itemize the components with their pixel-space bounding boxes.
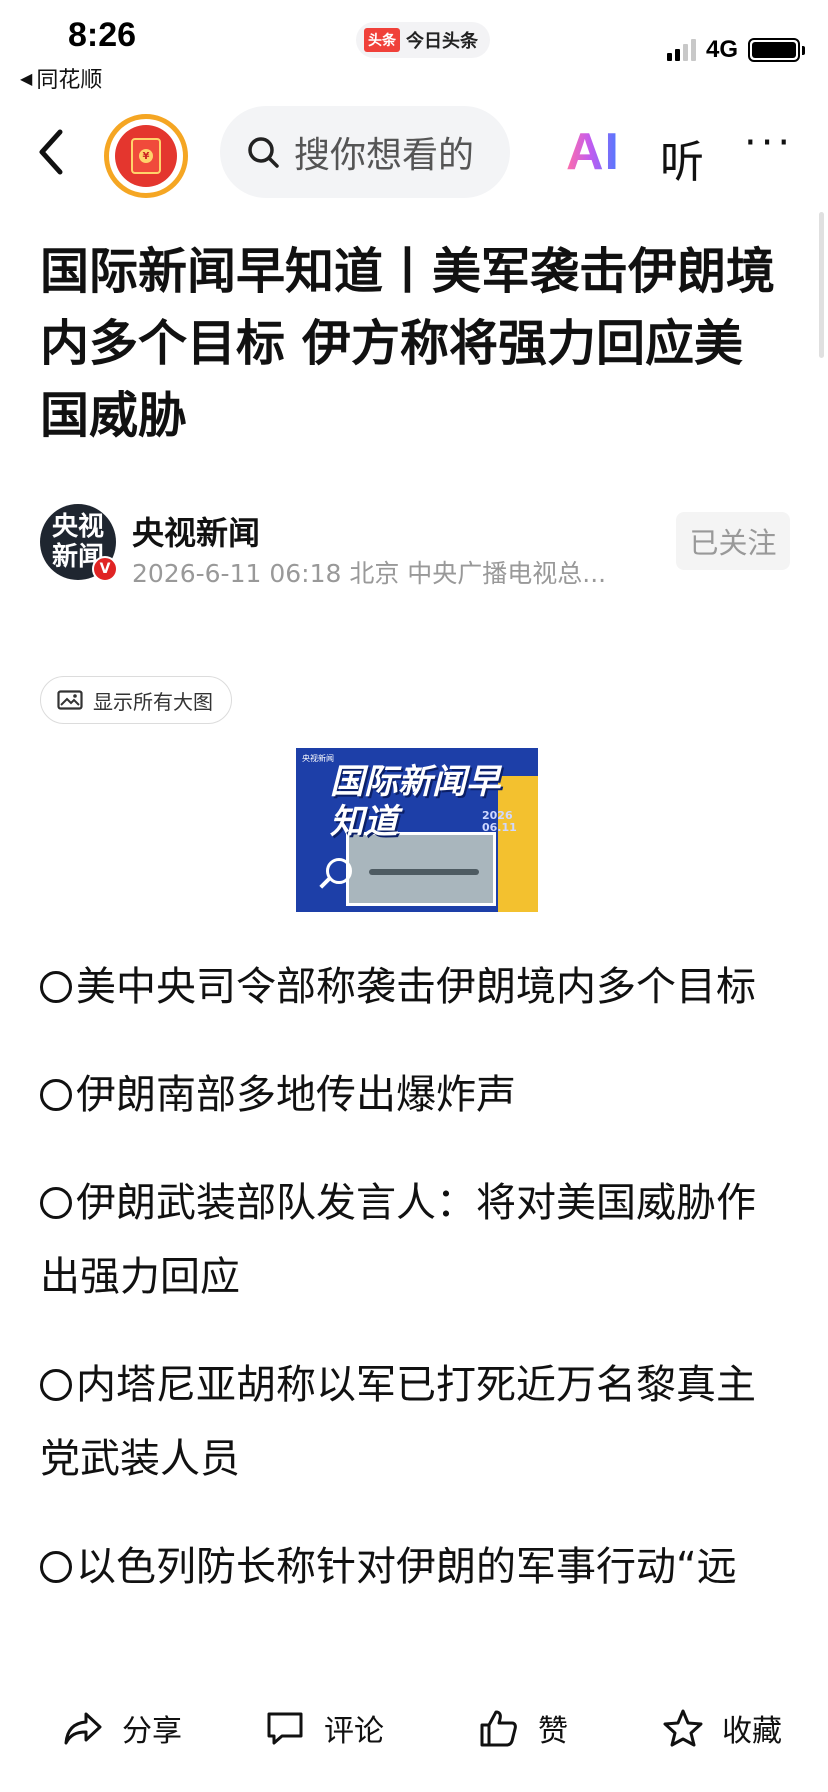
bottom-action-bar: 分享 评论 赞 收藏	[0, 1676, 828, 1792]
comment-label: 评论	[324, 1714, 384, 1749]
system-indicators: 4G	[666, 36, 805, 64]
circle-bullet-icon	[40, 1369, 72, 1401]
more-menu-button[interactable]: ···	[744, 120, 794, 166]
author-row: 央视新闻 V 央视新闻 2026-6-11 06:18 北京 中央广播电视总..…	[40, 504, 790, 594]
status-bar: 8:26 ◀ 同花顺 头条 今日头条 4G	[0, 0, 828, 100]
top-nav-bar: ¥ 搜你想看的 AI 听 ···	[0, 100, 828, 210]
like-button[interactable]: 赞	[478, 1698, 568, 1758]
favorite-button[interactable]: 收藏	[662, 1698, 782, 1758]
verified-badge-icon: V	[92, 556, 118, 582]
network-type: 4G	[705, 36, 738, 63]
ai-button[interactable]: AI	[566, 122, 620, 182]
author-name[interactable]: 央视新闻	[132, 508, 260, 554]
favorite-label: 收藏	[722, 1714, 782, 1749]
circle-bullet-icon	[40, 1551, 72, 1583]
comment-icon	[267, 1712, 303, 1745]
image-icon	[57, 690, 83, 710]
circle-bullet-icon	[40, 1187, 72, 1219]
app-name: 今日头条	[406, 31, 478, 52]
listen-button[interactable]: 听	[660, 126, 704, 190]
scrollbar[interactable]	[819, 212, 824, 358]
bullet-item: 以色列防长称针对伊朗的军事行动“远	[40, 1530, 792, 1604]
activity-button[interactable]: ¥	[104, 114, 188, 198]
share-icon	[64, 1712, 102, 1745]
article-body: 美中央司令部称袭击伊朗境内多个目标 伊朗南部多地传出爆炸声 伊朗武装部队发言人：…	[40, 950, 792, 1638]
back-triangle-icon: ◀	[20, 68, 33, 88]
comment-button[interactable]: 评论	[264, 1698, 384, 1758]
bullet-item: 伊朗武装部队发言人：将对美国威胁作出强力回应	[40, 1180, 756, 1300]
battery-icon	[748, 38, 805, 62]
status-time: 8:26	[68, 16, 137, 54]
share-button[interactable]: 分享	[62, 1698, 182, 1758]
like-label: 赞	[538, 1714, 568, 1749]
star-icon	[663, 1709, 703, 1747]
signal-icon	[666, 39, 696, 61]
toutiao-logo-icon: 头条	[364, 28, 400, 52]
bullet-item: 美中央司令部称袭击伊朗境内多个目标	[40, 950, 792, 1024]
app-indicator: 头条 今日头条	[356, 22, 490, 58]
cover-date: 2026 06.11	[482, 809, 517, 834]
follow-button[interactable]: 已关注	[676, 512, 790, 570]
search-placeholder: 搜你想看的	[294, 135, 475, 176]
chevron-left-icon	[39, 129, 63, 175]
search-icon	[248, 137, 279, 168]
thumbs-up-icon	[480, 1710, 517, 1747]
magnifier-icon	[326, 858, 352, 884]
red-envelope-icon: ¥	[131, 138, 161, 174]
show-all-images-button[interactable]: 显示所有大图	[40, 676, 232, 724]
bullet-item: 伊朗南部多地传出爆炸声	[40, 1058, 792, 1132]
article-title: 国际新闻早知道丨美军袭击伊朗境内多个目标 伊方称将强力回应美国威胁	[40, 243, 776, 444]
ship-icon	[369, 869, 479, 875]
circle-bullet-icon	[40, 1079, 72, 1111]
article-cover-image[interactable]: 央视新闻 国际新闻早知道 2026 06.11	[296, 748, 538, 912]
back-app-label: 同花顺	[36, 68, 103, 93]
search-input[interactable]: 搜你想看的	[220, 106, 510, 198]
back-to-app-link[interactable]: ◀ 同花顺	[20, 62, 102, 94]
bullet-item: 内塔尼亚胡称以军已打死近万名黎真主党武装人员	[40, 1362, 756, 1482]
publish-meta: 2026-6-11 06:18 北京 中央广播电视总...	[132, 559, 607, 588]
share-label: 分享	[122, 1714, 182, 1749]
show-all-images-label: 显示所有大图	[93, 689, 213, 714]
circle-bullet-icon	[40, 971, 72, 1003]
back-button[interactable]	[30, 122, 76, 182]
